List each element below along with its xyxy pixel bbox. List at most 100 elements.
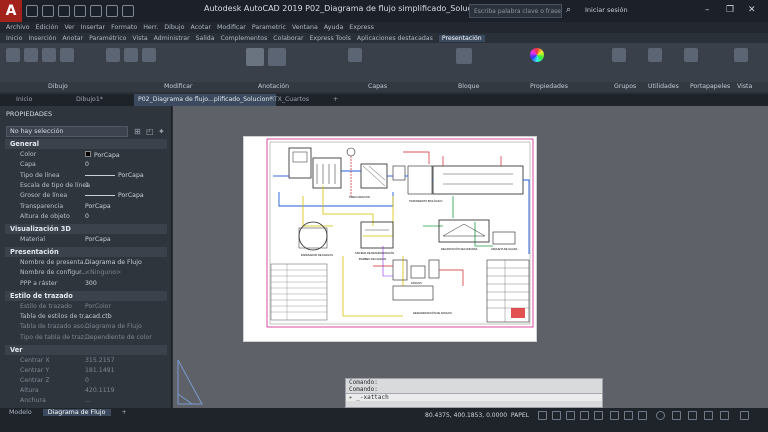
ortho-icon[interactable] [566,411,575,420]
select-objects-icon[interactable]: ◰ [146,127,154,136]
menu-dibujo[interactable]: Dibujo [164,24,184,31]
circle-tool-icon[interactable] [42,48,56,62]
panel-utilidades[interactable]: Utilidades [648,83,679,90]
prop-value-linetype[interactable]: PorCapa [85,172,144,179]
annotation-monitor-icon[interactable] [672,411,681,420]
prop-value[interactable]: 315.2157 [85,357,115,364]
selection-dropdown[interactable]: No hay selección [6,126,128,137]
polar-icon[interactable] [580,411,589,420]
snap-grid-icon[interactable] [538,411,547,420]
menu-ayuda[interactable]: Ayuda [324,24,343,31]
menu-parametric[interactable]: Parametric [252,24,286,31]
menu-herr[interactable]: Herr. [143,24,158,31]
menu-edicion[interactable]: Edición [36,24,59,31]
minimize-icon[interactable]: – [705,5,710,15]
maximize-icon[interactable]: ❐ [726,5,734,15]
section-estilo[interactable]: Estilo de trazado [5,291,167,301]
redo-icon[interactable] [122,5,134,17]
space-toggle[interactable]: PAPEL [511,412,529,419]
open-icon[interactable] [42,5,54,17]
prop-value[interactable]: PorCapa [85,203,111,210]
layout-tab-diagrama[interactable]: Diagrama de Flujo [42,409,111,416]
prop-value[interactable]: 0 [85,213,89,220]
prop-value[interactable]: PorColor [85,303,111,310]
tab-inicio[interactable]: Inicio [6,35,22,42]
quick-select-icon[interactable]: ⊞ [134,127,141,136]
add-layout-icon[interactable]: + [117,409,132,416]
customization-menu-icon[interactable] [740,411,749,420]
prop-value[interactable]: Diagrama de Flujo [85,259,142,266]
doc-tab-dibujo1[interactable]: Dibujo1* [76,96,103,103]
dimension-tool-icon[interactable] [268,48,286,66]
panel-dibujo[interactable]: Dibujo [48,83,68,90]
prop-value[interactable]: PorCapa [85,236,111,243]
tab-colaborar[interactable]: Colaborar [273,35,303,42]
measure-icon[interactable] [648,48,662,62]
section-viz3d[interactable]: Visualización 3D [5,224,167,234]
tab-express-tools[interactable]: Express Tools [310,35,351,42]
section-presentacion[interactable]: Presentación [5,247,167,257]
tab-presentacion[interactable]: Presentación [438,34,485,42]
coordinates-readout[interactable]: 80.4375, 400.1853, 0.0000 PAPEL [425,412,529,419]
tab-vista[interactable]: Vista [132,35,147,42]
layout-tab-modelo[interactable]: Modelo [4,409,37,416]
paste-icon[interactable] [684,48,698,62]
prop-value[interactable]: <Ninguno> [85,269,121,276]
command-line[interactable]: Comando: Comando: ▸ _-xattach [345,378,603,408]
prop-value[interactable]: 181.1491 [85,367,115,374]
view-icon[interactable] [734,48,748,62]
workspace-gear-icon[interactable] [656,411,665,420]
prop-value[interactable]: Dependiente de color [85,334,152,341]
menu-modificar[interactable]: Modificar [217,24,246,31]
menu-ver[interactable]: Ver [64,24,74,31]
clean-screen-icon[interactable] [720,411,729,420]
command-input[interactable]: ▸ _-xattach [346,393,602,401]
section-ver[interactable]: Ver [5,345,167,355]
panel-modificar[interactable]: Modificar [164,83,192,90]
tab-salida[interactable]: Salida [196,35,215,42]
prop-value[interactable]: 420.1119 [85,387,115,394]
autocad-logo[interactable]: A [0,0,22,22]
panel-vista[interactable]: Vista [737,83,752,90]
group-icon[interactable] [612,48,626,62]
tab-administrar[interactable]: Administrar [154,35,190,42]
arc-tool-icon[interactable] [60,48,74,62]
isolate-objects-icon[interactable] [688,411,697,420]
prop-value[interactable]: Diagrama de Flujo [85,323,142,330]
annotation-scale-icon[interactable] [638,411,647,420]
panel-bloque[interactable]: Bloque [458,83,479,90]
tab-anotar[interactable]: Anotar [62,35,83,42]
close-icon[interactable]: ✕ [748,5,756,15]
new-icon[interactable] [26,5,38,17]
panel-capas[interactable]: Capas [368,83,387,90]
tab-parametrico[interactable]: Paramétrico [89,35,126,42]
tab-complementos[interactable]: Complementos [221,35,268,42]
text-tool-icon[interactable] [246,48,264,66]
new-doc-tab-icon[interactable]: + [333,96,338,103]
prop-value[interactable]: 0 [85,377,89,384]
panel-portapapeles[interactable]: Portapapeles [690,83,730,90]
prop-value[interactable]: 0 [85,161,89,168]
save-icon[interactable] [58,5,70,17]
hardware-acceleration-icon[interactable] [704,411,713,420]
menu-express[interactable]: Express [349,24,374,31]
trim-tool-icon[interactable] [142,48,156,62]
tab-insercion[interactable]: Inserción [28,35,56,42]
menu-archivo[interactable]: Archivo [6,24,30,31]
prop-value[interactable]: 1 [85,182,89,189]
prop-value[interactable]: acad.ctb [85,313,112,320]
panel-propiedades[interactable]: Propiedades [530,83,568,90]
prop-value[interactable]: ... [85,397,91,404]
polyline-tool-icon[interactable] [24,48,38,62]
panel-grupos[interactable]: Grupos [614,83,636,90]
lineweight-icon[interactable] [610,411,619,420]
transparency-icon[interactable] [624,411,633,420]
color-wheel-icon[interactable] [530,48,544,62]
signin-link[interactable]: Iniciar sesión [585,6,628,14]
move-tool-icon[interactable] [106,48,120,62]
menu-acotar[interactable]: Acotar [191,24,211,31]
layer-properties-icon[interactable] [348,48,362,62]
menu-formato[interactable]: Formato [111,24,137,31]
insert-block-icon[interactable] [456,48,472,64]
search-input[interactable]: Escriba palabra clave o frase [469,4,562,18]
